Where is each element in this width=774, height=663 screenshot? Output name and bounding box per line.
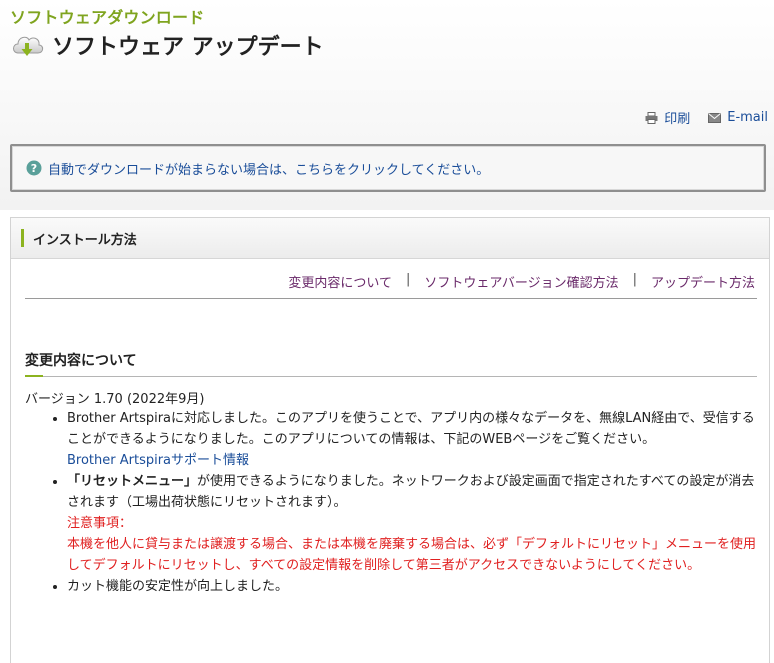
heading-divider [25, 376, 757, 377]
reset-menu-label: 「リセットメニュー」 [67, 474, 198, 489]
page-title: ソフトウェア アップデート [52, 35, 324, 60]
panel-header: インストール方法 [11, 218, 769, 259]
envelope-icon [708, 112, 722, 123]
nav-separator: | [405, 272, 411, 287]
cloud-download-icon [13, 36, 44, 56]
list-item: カット機能の安定性が向上しました。 [67, 576, 760, 597]
print-label: 印刷 [664, 112, 691, 127]
svg-text:?: ? [31, 162, 37, 175]
panel-title: インストール方法 [33, 232, 137, 248]
heading-accent [25, 375, 43, 377]
nav-separator: | [632, 272, 637, 287]
panel-header-accent [21, 229, 24, 247]
change-list: Brother Artspiraに対応しました。このアプリを使うことで、アプリ内… [25, 408, 760, 597]
download-notice: ? 自動でダウンロードが始まらない場合は、こちらをクリックしてください。 [10, 144, 766, 192]
utility-links: 印刷 E-mail [645, 108, 768, 127]
caution-text: 本機を他人に貸与または譲渡する場合、または本機を廃棄する場合は、必ず「デフォルト… [67, 537, 757, 573]
print-link[interactable]: 印刷 [645, 108, 690, 127]
item-text: カット機能の安定性が向上しました。 [67, 579, 289, 594]
anchor-nav: 変更内容について | ソフトウェアバージョン確認方法 | アップデート方法 [288, 272, 755, 291]
printer-icon [645, 111, 658, 124]
nav-link-version-check[interactable]: ソフトウェアバージョン確認方法 [424, 272, 618, 291]
install-panel: インストール方法 変更内容について | ソフトウェアバージョン確認方法 | アッ… [10, 217, 770, 663]
list-item: Brother Artspiraに対応しました。このアプリを使うことで、アプリ内… [67, 408, 760, 471]
nav-divider [25, 298, 757, 299]
page-title-row: ソフトウェア アップデート [10, 28, 324, 62]
item-text: Brother Artspiraに対応しました。このアプリを使うことで、アプリ内… [67, 411, 755, 447]
nav-link-changes[interactable]: 変更内容について [288, 272, 392, 291]
changes-heading: 変更内容について [25, 353, 137, 369]
email-link[interactable]: E-mail [708, 108, 768, 127]
help-question-icon: ? [26, 160, 42, 176]
version-label: バージョン 1.70 (2022年9月) [25, 392, 205, 407]
manual-download-link[interactable]: 自動でダウンロードが始まらない場合は、こちらをクリックしてください。 [48, 159, 489, 178]
caution-label: 注意事項： [67, 516, 133, 531]
artspira-support-link[interactable]: Brother Artspiraサポート情報 [67, 450, 760, 471]
nav-link-update-method[interactable]: アップデート方法 [651, 272, 755, 291]
section-label: ソフトウェアダウンロード [10, 8, 205, 27]
email-label: E-mail [727, 110, 768, 125]
list-item: 「リセットメニュー」が使用できるようになりました。ネットワークおよび設定画面で指… [67, 471, 760, 576]
